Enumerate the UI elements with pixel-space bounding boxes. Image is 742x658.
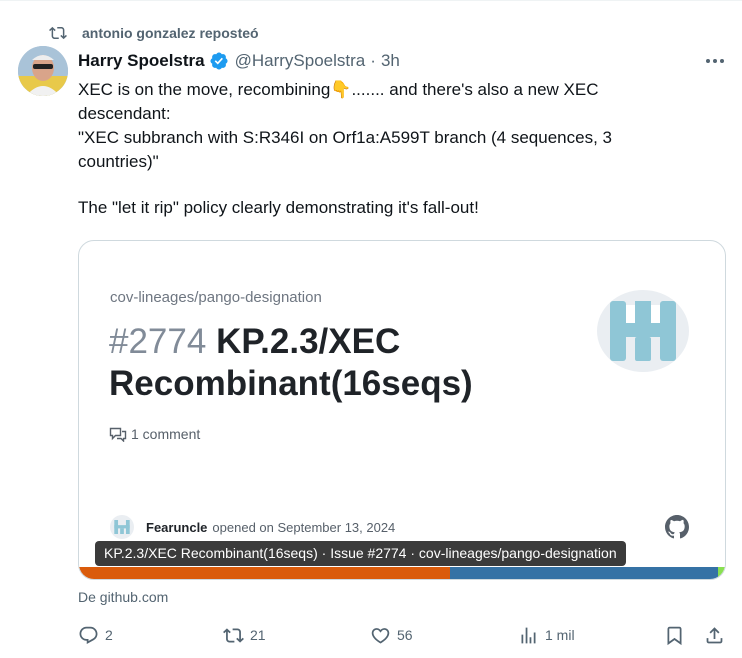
top-divider xyxy=(0,0,742,1)
tweet-line: descendant: xyxy=(78,104,171,123)
repost-button[interactable]: 21 xyxy=(223,621,266,649)
card-issue-title: #2774 KP.2.3/XEC Recombinant(16seqs) xyxy=(109,321,549,405)
more-icon xyxy=(706,59,724,63)
language-bar-segment xyxy=(450,567,718,579)
comments-count: 1 comment xyxy=(131,426,201,442)
tweet-line: countries)" xyxy=(78,152,159,171)
author-name[interactable]: Harry Spoelstra xyxy=(78,51,205,71)
tweet-text: XEC is on the move, recombining👇....... … xyxy=(78,78,718,220)
language-bar-segment xyxy=(79,567,450,579)
views-button[interactable]: 1 mil xyxy=(518,621,575,649)
reply-button[interactable]: 2 xyxy=(78,621,113,649)
tweet-line: "XEC subbranch with S:R346I on Orf1a:A59… xyxy=(78,128,612,147)
card-author-row: Fearuncle opened on September 13, 2024 xyxy=(110,515,395,539)
like-count: 56 xyxy=(397,627,413,643)
tweet-line: XEC is on the move, recombining👇....... … xyxy=(78,80,599,99)
language-bar xyxy=(79,567,725,579)
repost-context[interactable]: antonio gonzalez reposteó xyxy=(49,22,259,44)
comment-icon xyxy=(109,427,127,442)
avatar[interactable] xyxy=(18,46,68,96)
views-icon xyxy=(521,627,536,643)
tweet-header: Harry Spoelstra @HarrySpoelstra · 3h xyxy=(78,49,400,73)
action-bar: 2 21 56 1 mil xyxy=(78,621,728,649)
card-comments: 1 comment xyxy=(109,426,200,442)
views-count: 1 mil xyxy=(545,627,575,643)
card-author-name: Fearuncle xyxy=(146,519,208,535)
repost-count: 21 xyxy=(250,627,266,643)
author-handle[interactable]: @HarrySpoelstra xyxy=(235,51,366,71)
reply-icon xyxy=(79,626,98,644)
repo-logo-icon xyxy=(597,290,689,372)
bookmark-icon xyxy=(667,626,682,645)
card-title-overlay: KP.2.3/XEC Recombinant(16seqs) · Issue #… xyxy=(95,541,626,566)
repost-icon xyxy=(49,26,67,40)
card-source[interactable]: De github.com xyxy=(78,589,168,605)
card-author-avatar xyxy=(110,515,134,539)
like-button[interactable]: 56 xyxy=(370,621,413,649)
timestamp[interactable]: 3h xyxy=(381,51,400,71)
card-repo: cov-lineages/pango-designation xyxy=(110,289,322,306)
share-button[interactable] xyxy=(704,621,725,649)
heart-icon xyxy=(371,627,390,644)
language-bar-segment xyxy=(718,567,725,579)
repost-icon xyxy=(223,627,244,643)
share-icon xyxy=(706,626,723,643)
more-options-button[interactable] xyxy=(701,53,729,69)
card-opened-date: opened on September 13, 2024 xyxy=(212,519,396,535)
repost-label: antonio gonzalez reposteó xyxy=(82,25,259,41)
separator-dot: · xyxy=(370,51,376,70)
github-icon xyxy=(665,515,689,539)
link-card[interactable]: cov-lineages/pango-designation #2774 KP.… xyxy=(78,240,726,580)
card-issue-number: #2774 xyxy=(109,322,207,361)
bookmark-button[interactable] xyxy=(664,621,685,649)
reply-count: 2 xyxy=(105,627,113,643)
verified-badge-icon[interactable] xyxy=(209,51,229,71)
tweet-line: The "let it rip" policy clearly demonstr… xyxy=(78,198,479,217)
